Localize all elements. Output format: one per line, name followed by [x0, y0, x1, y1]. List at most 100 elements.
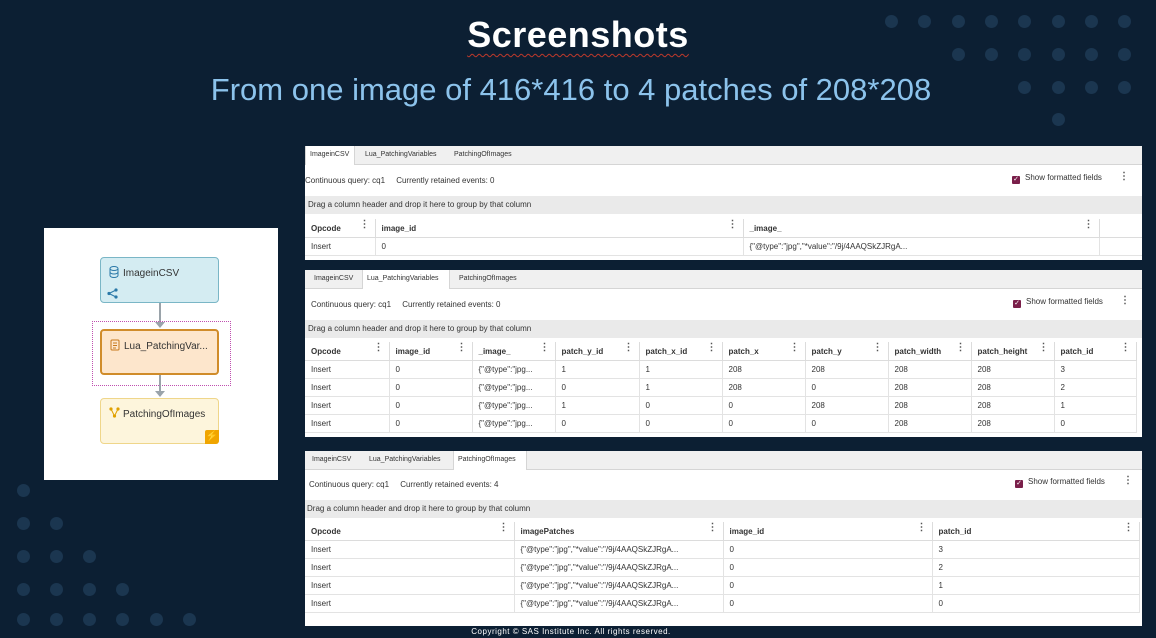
- column-menu-icon: ⋮: [706, 342, 717, 353]
- cell: 0: [639, 396, 723, 415]
- panel-patchingofimages: ImageinCSV Lua_PatchingVariables Patchin…: [305, 451, 1142, 626]
- column-header-patch-y[interactable]: patch_y ⋮: [805, 342, 889, 361]
- tab-bar: ImageinCSV Lua_PatchingVariables Patchin…: [305, 451, 1142, 470]
- tab-imageincsv[interactable]: ImageinCSV: [305, 146, 355, 165]
- tab-lua-patchingvariables[interactable]: Lua_PatchingVariables: [365, 451, 444, 469]
- cell: 208: [971, 378, 1055, 397]
- show-formatted-fields[interactable]: ✓ Show formatted fields: [1013, 297, 1103, 308]
- tab-bar: ImageinCSV Lua_PatchingVariables Patchin…: [305, 146, 1142, 165]
- column-menu-icon: ⋮: [373, 342, 384, 353]
- copyright-footer: Copyright © SAS Institute Inc. All right…: [471, 627, 671, 636]
- data-grid: Opcode ⋮ image_id ⋮ _image_ ⋮ patch_y_id ⋮ p…: [305, 342, 1137, 433]
- cell: 208: [722, 360, 806, 379]
- cell: 208: [971, 396, 1055, 415]
- branch-icon: [108, 407, 120, 419]
- lightning-icon: ⚡: [205, 430, 219, 444]
- more-options-icon[interactable]: ⋮: [1120, 295, 1130, 306]
- checkbox-checked-icon[interactable]: ✓: [1013, 300, 1021, 308]
- header-row: Opcode ⋮ image_id ⋮ _image_ ⋮: [305, 219, 1142, 238]
- cell: Insert: [305, 360, 390, 379]
- column-header-imagepatches[interactable]: imagePatches ⋮: [514, 522, 724, 541]
- tab-patchingofimages[interactable]: PatchingOfImages: [453, 451, 527, 470]
- cell: Insert: [305, 576, 515, 595]
- continuous-query-text: Continuous query: cq1 Currently retained…: [305, 176, 495, 185]
- more-options-icon[interactable]: ⋮: [1119, 171, 1129, 182]
- cell: {"@type":"jpg...: [472, 414, 556, 433]
- column-menu-icon: ⋮: [456, 342, 467, 353]
- connector-arrow: [155, 391, 165, 397]
- cell: 0: [555, 378, 640, 397]
- table-row[interactable]: Insert {"@type":"jpg","*value":"/9j/4AAQS…: [305, 558, 1140, 577]
- cell: 208: [971, 414, 1055, 433]
- table-row[interactable]: Insert 0 {"@type":"jpg... 0 0 0 0 208 208 0: [305, 414, 1137, 433]
- cell: 3: [1054, 360, 1137, 379]
- column-menu-icon: ⋮: [623, 342, 634, 353]
- table-row[interactable]: Insert 0 {"@type":"jpg... 1 1 208 208 208 208 3: [305, 360, 1137, 379]
- cell: {"@type":"jpg","*value":"/9j/4AAQSkZJRgA…: [514, 594, 724, 613]
- cell: 0: [722, 396, 806, 415]
- column-header-opcode[interactable]: Opcode ⋮: [305, 219, 376, 238]
- column-menu-icon: ⋮: [539, 342, 550, 353]
- column-header-filler: [1099, 219, 1142, 238]
- table-row[interactable]: Insert 0 {"@type":"jpg... 0 1 208 0 208 208 2: [305, 378, 1137, 397]
- column-menu-icon: ⋮: [1038, 342, 1049, 353]
- checkbox-checked-icon[interactable]: ✓: [1015, 480, 1023, 488]
- tab-patchingofimages[interactable]: PatchingOfImages: [450, 146, 516, 164]
- group-by-bar: Drag a column header and drop it here to…: [305, 500, 1142, 518]
- table-row[interactable]: Insert {"@type":"jpg","*value":"/9j/4AAQS…: [305, 594, 1140, 613]
- cell: 2: [932, 558, 1140, 577]
- table-row[interactable]: Insert {"@type":"jpg","*value":"/9j/4AAQS…: [305, 540, 1140, 559]
- connector-line: [159, 303, 161, 323]
- column-menu-icon: ⋮: [1083, 219, 1094, 230]
- tab-patchingofimages[interactable]: PatchingOfImages: [455, 270, 521, 288]
- column-header-patch-x[interactable]: patch_x ⋮: [722, 342, 806, 361]
- cell: Insert: [305, 378, 390, 397]
- flow-node-imageincsv[interactable]: ImageinCSV: [100, 257, 219, 303]
- cell: 1: [1054, 396, 1137, 415]
- column-menu-icon: ⋮: [498, 522, 509, 533]
- cell: Insert: [305, 237, 376, 256]
- table-row[interactable]: Insert {"@type":"jpg","*value":"/9j/4AAQS…: [305, 576, 1140, 595]
- table-row[interactable]: Insert 0 {"@type":"jpg... 1 0 0 208 208 208 1: [305, 396, 1137, 415]
- column-header-image-id[interactable]: image_id ⋮: [375, 219, 744, 238]
- cell: {"@type":"jpg...: [472, 360, 556, 379]
- cell: 208: [722, 378, 806, 397]
- tab-lua-patchingvariables[interactable]: Lua_PatchingVariables: [361, 146, 440, 164]
- cell: 208: [888, 360, 972, 379]
- column-header-opcode[interactable]: Opcode ⋮: [305, 342, 390, 361]
- column-header-patch-width[interactable]: patch_width ⋮: [888, 342, 972, 361]
- column-header-image-id[interactable]: image_id ⋮: [389, 342, 473, 361]
- column-header-image-id[interactable]: image_id ⋮: [723, 522, 933, 541]
- column-header-opcode[interactable]: Opcode ⋮: [305, 522, 515, 541]
- tab-bar: ImageinCSV Lua_PatchingVariables Patchin…: [305, 270, 1142, 289]
- more-options-icon[interactable]: ⋮: [1123, 475, 1133, 486]
- table-row[interactable]: Insert 0 {"@type":"jpg","*value":"/9j/4A…: [305, 237, 1142, 256]
- show-formatted-fields[interactable]: ✓ Show formatted fields: [1012, 173, 1102, 184]
- cell: 2: [1054, 378, 1137, 397]
- cell: 208: [971, 360, 1055, 379]
- cell: 0: [389, 396, 473, 415]
- cell: {"@type":"jpg","*value":"/9j/4AAQSkZJRgA…: [514, 576, 724, 595]
- column-header-patch-y-id[interactable]: patch_y_id ⋮: [555, 342, 640, 361]
- column-header-image[interactable]: _image_ ⋮: [472, 342, 556, 361]
- column-header-patch-id[interactable]: patch_id ⋮: [932, 522, 1140, 541]
- tab-imageincsv[interactable]: ImageinCSV: [310, 270, 357, 288]
- column-menu-icon: ⋮: [1120, 342, 1131, 353]
- column-header-image[interactable]: _image_ ⋮: [743, 219, 1100, 238]
- column-header-patch-id[interactable]: patch_id ⋮: [1054, 342, 1137, 361]
- cell: 1: [932, 576, 1140, 595]
- flow-node-patchingofimages[interactable]: PatchingOfImages ⚡: [100, 398, 219, 444]
- show-formatted-fields[interactable]: ✓ Show formatted fields: [1015, 477, 1105, 488]
- cell: [1099, 237, 1142, 256]
- cell: 0: [555, 414, 640, 433]
- cell: 0: [805, 414, 889, 433]
- checkbox-checked-icon[interactable]: ✓: [1012, 176, 1020, 184]
- panel-imageincsv: ImageinCSV Lua_PatchingVariables Patchin…: [305, 146, 1142, 260]
- column-header-patch-x-id[interactable]: patch_x_id ⋮: [639, 342, 723, 361]
- cell: {"@type":"jpg...: [472, 378, 556, 397]
- tab-lua-patchingvariables[interactable]: Lua_PatchingVariables: [362, 270, 450, 289]
- flow-node-lua-patching[interactable]: Lua_PatchingVar...: [100, 329, 219, 375]
- tab-imageincsv[interactable]: ImageinCSV: [308, 451, 355, 469]
- column-header-patch-height[interactable]: patch_height ⋮: [971, 342, 1055, 361]
- cell: Insert: [305, 558, 515, 577]
